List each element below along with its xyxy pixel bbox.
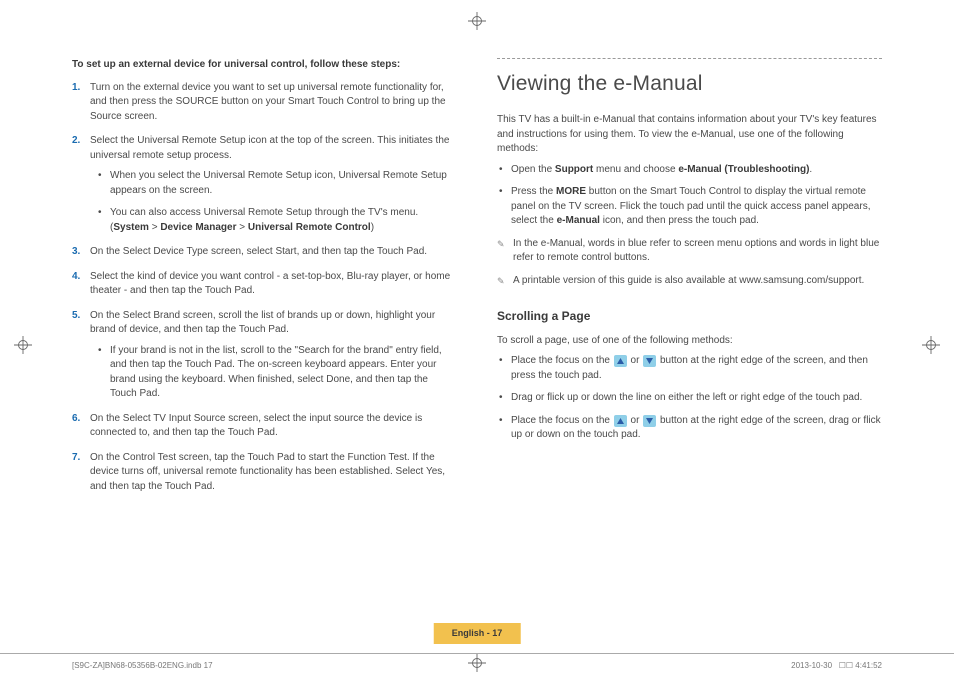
step-item: 6. On the Select TV Input Source screen,… (72, 412, 457, 441)
sub-bullet-item: When you select the Universal Remote Set… (96, 169, 457, 198)
step-item: 2. Select the Universal Remote Setup ico… (72, 134, 457, 235)
step-text: Turn on the external device you want to … (90, 82, 446, 122)
bullet-item: Press the MORE button on the Smart Touch… (497, 185, 882, 229)
note-icon: ✎ (497, 275, 505, 288)
intro-paragraph: This TV has a built-in e-Manual that con… (497, 113, 882, 157)
bullet-item: Place the focus on the or button at the … (497, 414, 882, 443)
step-item: 1. Turn on the external device you want … (72, 81, 457, 125)
bullet-item: Open the Support menu and choose e-Manua… (497, 163, 882, 178)
step-number: 3. (72, 245, 80, 260)
step-number: 2. (72, 134, 80, 149)
steps-list: 1. Turn on the external device you want … (72, 81, 457, 495)
dashed-divider (497, 58, 882, 59)
step-number: 7. (72, 451, 80, 466)
bullet-item: Drag or flick up or down the line on eit… (497, 391, 882, 406)
left-column: To set up an external device for univers… (72, 58, 457, 504)
registration-mark-icon (922, 336, 940, 354)
registration-mark-icon (14, 336, 32, 354)
menu-path-segment: System (113, 222, 149, 233)
arrow-down-icon (643, 415, 656, 427)
scroll-subheading: Scrolling a Page (497, 308, 882, 325)
registration-mark-icon (468, 12, 486, 30)
step-text: On the Select Brand screen, scroll the l… (90, 310, 435, 336)
scroll-bullet-list: Place the focus on the or button at the … (497, 354, 882, 443)
arrow-down-icon (643, 355, 656, 367)
menu-path-segment: Device Manager (160, 222, 236, 233)
sub-bullet-item: If your brand is not in the list, scroll… (96, 344, 457, 402)
page-number-badge: English - 17 (434, 623, 521, 644)
step-item: 3. On the Select Device Type screen, sel… (72, 245, 457, 260)
step-text: On the Select TV Input Source screen, se… (90, 413, 422, 439)
menu-path-segment: Universal Remote Control (248, 222, 371, 233)
sub-bullet-list: If your brand is not in the list, scroll… (90, 344, 457, 402)
step-item: 5. On the Select Brand screen, scroll th… (72, 309, 457, 402)
document-page: To set up an external device for univers… (0, 0, 954, 690)
step-text: Select the Universal Remote Setup icon a… (90, 135, 449, 161)
step-text: Select the kind of device you want contr… (90, 271, 450, 297)
footer-left: [S9C-ZA]BN68-05356B-02ENG.indb 17 (72, 660, 213, 672)
step-number: 1. (72, 81, 80, 96)
footer-right: 2013-10-30 ☐☐ 4:41:52 (791, 660, 882, 672)
note-list: ✎In the e-Manual, words in blue refer to… (497, 237, 882, 289)
step-item: 4. Select the kind of device you want co… (72, 270, 457, 299)
bullet-list: Open the Support menu and choose e-Manua… (497, 163, 882, 229)
step-number: 4. (72, 270, 80, 285)
note-icon: ✎ (497, 238, 505, 251)
step-number: 6. (72, 412, 80, 427)
content-columns: To set up an external device for univers… (72, 58, 882, 504)
step-number: 5. (72, 309, 80, 324)
sub-bullet-list: When you select the Universal Remote Set… (90, 169, 457, 235)
arrow-up-icon (614, 355, 627, 367)
footer-row: [S9C-ZA]BN68-05356B-02ENG.indb 17 2013-1… (0, 653, 954, 672)
sub-bullet-item: You can also access Universal Remote Set… (96, 206, 457, 235)
section-title: Viewing the e-Manual (497, 69, 882, 99)
step-text: On the Control Test screen, tap the Touc… (90, 452, 445, 492)
step-item: 7. On the Control Test screen, tap the T… (72, 451, 457, 495)
note-item: ✎A printable version of this guide is al… (497, 274, 882, 289)
arrow-up-icon (614, 415, 627, 427)
right-column: Viewing the e-Manual This TV has a built… (497, 58, 882, 504)
scroll-intro: To scroll a page, use of one of the foll… (497, 334, 882, 349)
bullet-item: Place the focus on the or button at the … (497, 354, 882, 383)
note-item: ✎In the e-Manual, words in blue refer to… (497, 237, 882, 266)
left-heading: To set up an external device for univers… (72, 58, 457, 73)
step-text: On the Select Device Type screen, select… (90, 246, 427, 257)
